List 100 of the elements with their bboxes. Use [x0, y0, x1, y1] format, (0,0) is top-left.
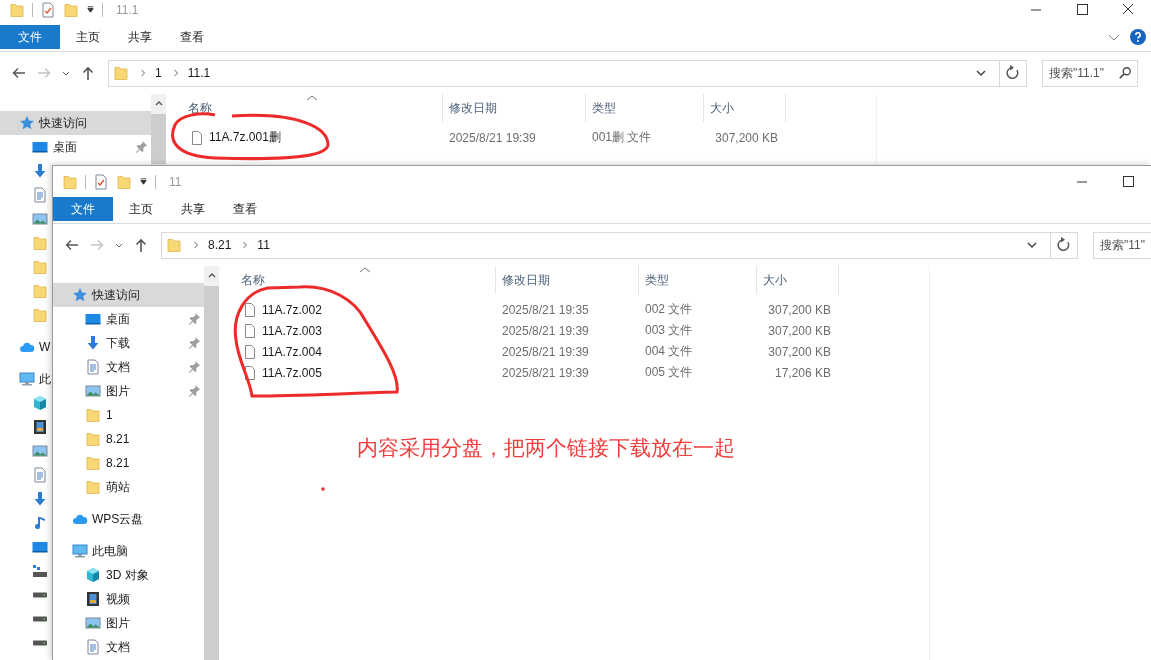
nav-item[interactable]: 下载 [53, 331, 130, 355]
size-cell-text: 307,200 KB [767, 323, 832, 338]
folder-icon [116, 173, 132, 190]
chevron-down-icon[interactable] [975, 67, 987, 79]
nav-item[interactable]: W [0, 335, 51, 359]
breadcrumb-item[interactable]: 1 [155, 66, 162, 80]
picture-icon [32, 211, 48, 227]
nav-item[interactable]: 图片 [53, 611, 130, 635]
ribbon-tab[interactable]: 主页 [115, 197, 167, 221]
column-header[interactable]: 修改日期 [496, 266, 639, 294]
size-cell-text: 307,200 KB [767, 302, 832, 317]
up-arrow-icon[interactable] [133, 237, 149, 253]
file-name[interactable]: 11A.7z.002 [262, 302, 322, 317]
film-icon [85, 591, 101, 607]
file-icon [242, 322, 258, 339]
ribbon-tab[interactable]: 主页 [62, 25, 114, 49]
star-icon [72, 287, 88, 303]
address-bar[interactable]: 1 11.1 [108, 59, 1027, 87]
address-bar[interactable]: 8.21 11 [161, 231, 1078, 259]
column-header[interactable]: 大小 [704, 94, 786, 122]
file-menu-tab[interactable]: 文件 [53, 197, 113, 221]
column-header[interactable]: 类型 [586, 94, 704, 122]
drive-icon [32, 616, 48, 622]
nav-item[interactable]: 1 [53, 403, 113, 427]
file-name[interactable]: 11A.7z.003 [262, 323, 322, 338]
annotation-dot [321, 487, 325, 491]
folder-icon [85, 479, 101, 495]
search-icon[interactable] [1118, 65, 1132, 80]
breadcrumb-item[interactable]: 8.21 [208, 238, 232, 252]
file-name[interactable]: 11A.7z.004 [262, 344, 322, 359]
nav-item[interactable]: 快速访问 [53, 283, 204, 307]
nav-item[interactable]: 3D 对象 [53, 563, 149, 587]
nav-item[interactable]: 桌面 [53, 307, 130, 331]
nav-item[interactable]: 图片 [53, 379, 130, 403]
back-arrow-icon[interactable] [11, 65, 27, 81]
annotation-text: 内容采用分盘，把两个链接下载放在一起 [357, 435, 735, 461]
nav-item[interactable]: 视频 [53, 587, 130, 611]
date-cell-text: 2025/8/21 19:39 [501, 365, 590, 380]
folder-icon [62, 173, 78, 190]
column-header[interactable]: 类型 [639, 266, 757, 294]
ribbon-tab[interactable]: 共享 [114, 25, 166, 49]
file-name[interactable]: 11A.7z.005 [262, 365, 322, 380]
breadcrumb-item[interactable]: 11.1 [187, 66, 211, 80]
checked-document-icon [93, 173, 109, 190]
drive-icon [32, 592, 48, 598]
date-cell-text: 2025/8/21 19:39 [501, 344, 590, 359]
column-header[interactable]: 大小 [757, 266, 839, 294]
file-icon [242, 364, 258, 381]
file-menu-tab[interactable]: 文件 [0, 25, 60, 49]
picture-icon [85, 383, 101, 399]
size-cell-text: 17,206 KB [773, 365, 832, 380]
folder-icon [32, 235, 48, 251]
folder-icon [166, 237, 182, 253]
breadcrumb-item[interactable]: 11 [257, 238, 270, 252]
nav-item[interactable]: 此 [0, 367, 51, 391]
pin-icon[interactable] [188, 336, 201, 349]
ribbon-tab[interactable]: 共享 [167, 197, 219, 221]
folder-icon [32, 307, 48, 323]
pin-icon[interactable] [135, 140, 148, 153]
nav-item[interactable]: 快速访问 [0, 111, 151, 135]
type-cell-text: 001删 文件 [591, 129, 653, 146]
dropdown-icon[interactable] [139, 177, 148, 186]
nav-item[interactable]: 文档 [53, 355, 130, 379]
date-cell-text: 2025/8/21 19:39 [448, 130, 537, 145]
file-name[interactable]: 11A.7z.001删 [209, 129, 281, 146]
help-icon[interactable] [1130, 29, 1146, 45]
picture-icon [32, 443, 48, 459]
type-cell-text: 004 文件 [644, 343, 694, 360]
pin-icon[interactable] [188, 312, 201, 325]
ribbon-tab[interactable]: 查看 [219, 197, 271, 221]
chevron-down-icon[interactable] [1026, 239, 1038, 251]
nav-item[interactable]: 桌面 [0, 135, 77, 159]
computer-icon [19, 371, 35, 387]
search-field[interactable]: 搜索"11.1" [1042, 59, 1138, 87]
back-arrow-icon[interactable] [64, 237, 80, 253]
picture-icon [85, 615, 101, 631]
folder-icon [85, 431, 101, 447]
scrollbar-thumb[interactable] [204, 286, 219, 660]
ribbon-tab[interactable]: 查看 [166, 25, 218, 49]
nav-item[interactable]: 8.21 [53, 427, 130, 451]
column-header[interactable]: 修改日期 [443, 94, 586, 122]
nav-item[interactable]: 文档 [53, 635, 130, 659]
nav-item[interactable]: WPS云盘 [53, 507, 144, 531]
nav-item[interactable]: 萌站 [53, 475, 130, 499]
type-cell-text: 002 文件 [644, 301, 694, 318]
nav-item[interactable]: 此电脑 [53, 539, 128, 563]
folder-icon [63, 1, 79, 18]
dropdown-icon[interactable] [86, 5, 95, 14]
pin-icon[interactable] [188, 360, 201, 373]
folder-icon [32, 283, 48, 299]
search-field[interactable]: 搜索"11" [1093, 231, 1151, 259]
size-cell-text: 307,200 KB [767, 344, 832, 359]
file-icon [242, 301, 258, 318]
column-header[interactable]: 名称 [219, 266, 496, 294]
up-arrow-icon[interactable] [80, 65, 96, 81]
pin-icon[interactable] [188, 384, 201, 397]
nav-item[interactable]: 8.21 [53, 451, 130, 475]
size-cell-text: 307,200 KB [714, 130, 779, 145]
scrollbar-thumb[interactable] [151, 114, 166, 164]
column-header[interactable]: 名称 [166, 94, 443, 122]
